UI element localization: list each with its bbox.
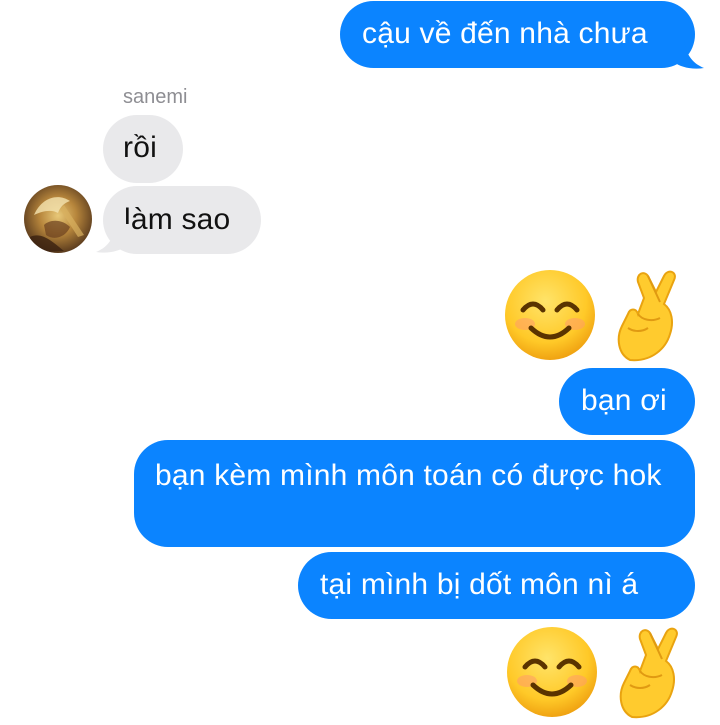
bubble-tail: [670, 40, 704, 69]
crossed-fingers-icon: [617, 270, 676, 362]
smiling-face-with-smiling-eyes-icon: [507, 627, 597, 717]
emoji-message[interactable]: [505, 625, 690, 719]
message-bubble-outgoing[interactable]: bạn kèm mình môn toán có được hok: [134, 440, 695, 547]
message-text: bạn ơi: [581, 384, 667, 417]
message-bubble-outgoing[interactable]: cậu về đến nhà chưa: [340, 1, 695, 68]
avatar-image: [24, 185, 92, 253]
message-text: tại mình bị dốt môn nì á: [320, 568, 639, 601]
crossed-fingers-icon: [619, 627, 678, 719]
message-text: cậu về đến nhà chưa: [362, 17, 648, 50]
message-text: rồi: [123, 131, 157, 164]
sender-name: sanemi: [123, 86, 188, 108]
smiling-face-with-smiling-eyes-icon: [505, 270, 595, 360]
message-bubble-outgoing[interactable]: tại mình bị dốt môn nì á: [298, 552, 695, 619]
message-bubble-incoming[interactable]: rồi: [103, 115, 183, 183]
bubble-tail: [96, 224, 130, 253]
emoji-message[interactable]: [503, 268, 688, 362]
message-text: bạn kèm mình môn toán có được hok: [155, 459, 662, 492]
message-bubble-outgoing[interactable]: bạn ơi: [559, 368, 695, 435]
avatar[interactable]: [24, 185, 92, 253]
message-text: làm sao: [124, 203, 231, 236]
